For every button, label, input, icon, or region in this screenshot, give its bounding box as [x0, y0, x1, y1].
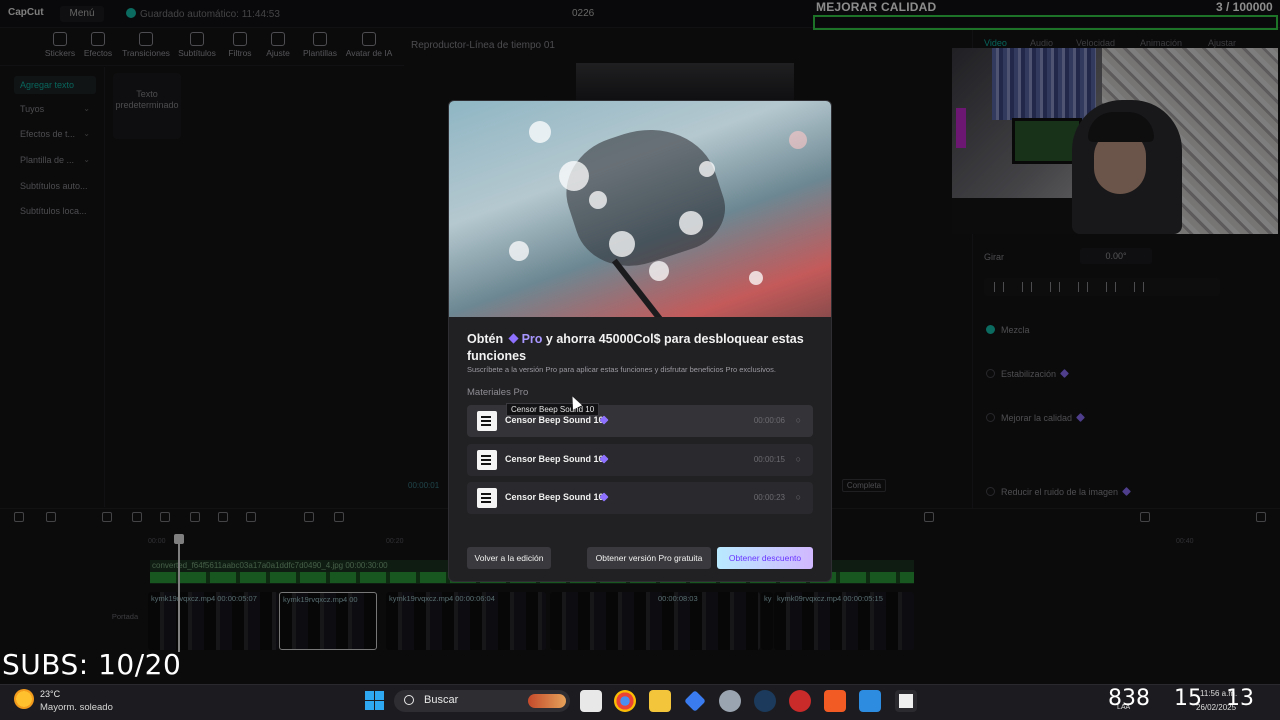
back-to-edit-button[interactable]: Volver a la edición [467, 547, 551, 569]
material-duration: 00:00:23 [753, 493, 785, 502]
stream-clock-minutes: 15 [1174, 686, 1202, 711]
audio-file-icon [477, 488, 497, 508]
app-red-icon[interactable] [789, 690, 811, 712]
start-tile [375, 691, 384, 700]
weather-description[interactable]: Mayorm. soleado [40, 702, 113, 713]
promo-bubble [509, 241, 529, 261]
locate-icon[interactable]: ○ [796, 415, 801, 425]
promo-bubble [589, 191, 607, 209]
pro-label: Pro [521, 332, 543, 346]
material-duration: 00:00:06 [753, 416, 785, 425]
material-name: Censor Beep Sound 10 [505, 415, 604, 425]
task-view-icon[interactable] [580, 690, 602, 712]
start-tile [365, 701, 374, 710]
promo-bubble [529, 121, 551, 143]
free-pro-trial-button[interactable]: Obtener versión Pro gratuita [587, 547, 711, 569]
pro-upgrade-dialog: Obtén Pro y ahorra 45000Col$ para desblo… [448, 100, 832, 582]
promo-bubble [749, 271, 763, 285]
dialog-title: Obtén Pro y ahorra 45000Col$ para desblo… [467, 331, 817, 365]
search-icon [404, 695, 414, 705]
promo-bubble [699, 161, 715, 177]
search-placeholder: Buscar [424, 694, 459, 706]
sun-icon[interactable] [14, 689, 34, 709]
start-tile [365, 691, 374, 700]
file-explorer-icon[interactable] [649, 690, 671, 712]
stream-clock-hours: 838 [1108, 686, 1150, 711]
search-highlight-icon [528, 694, 566, 708]
subs-counter: SUBS: 10/20 [2, 648, 182, 681]
promo-figure [552, 111, 736, 281]
get-discount-button[interactable]: Obtener descuento [717, 547, 813, 569]
promo-bubble [559, 161, 589, 191]
title-prefix: Obtén [467, 332, 504, 346]
brave-icon[interactable] [824, 690, 846, 712]
dialog-subtitle: Suscríbete a la versión Pro para aplicar… [467, 365, 776, 374]
section-heading: Materiales Pro [467, 387, 529, 398]
pro-material-item[interactable]: Censor Beep Sound 10 00:00:23 ○ [467, 482, 813, 514]
settings-gear-icon[interactable] [719, 690, 741, 712]
promo-bubble [609, 231, 635, 257]
locate-icon[interactable]: ○ [796, 492, 801, 502]
taskbar-search[interactable]: Buscar [394, 690, 570, 712]
windows-taskbar [0, 684, 1280, 720]
start-tile [375, 701, 384, 710]
material-duration: 00:00:15 [753, 455, 785, 464]
windows-start-icon[interactable] [365, 691, 384, 710]
pro-material-item[interactable]: Censor Beep Sound 10 00:00:15 ○ [467, 444, 813, 476]
material-name: Censor Beep Sound 10 [505, 492, 604, 502]
chrome-icon[interactable] [614, 690, 636, 712]
promo-bubble [789, 131, 807, 149]
photos-icon[interactable] [859, 690, 881, 712]
material-name: Censor Beep Sound 10 [505, 454, 604, 464]
steam-icon[interactable] [754, 690, 776, 712]
locate-icon[interactable]: ○ [796, 454, 801, 464]
pro-gem-icon [508, 333, 519, 344]
audio-file-icon [477, 450, 497, 470]
audio-file-icon [477, 411, 497, 431]
weather-temp[interactable]: 23°C [40, 689, 60, 699]
capcut-window: CapCut Menú Guardado automático: 11:44:5… [0, 0, 1280, 720]
tooltip: Censor Beep Sound 10 [506, 403, 600, 416]
promo-bubble [679, 211, 703, 235]
promo-image [449, 101, 831, 317]
stream-clock-seconds: 13 [1226, 686, 1254, 711]
promo-bubble [649, 261, 669, 281]
capcut-taskbar-icon[interactable] [895, 690, 917, 712]
